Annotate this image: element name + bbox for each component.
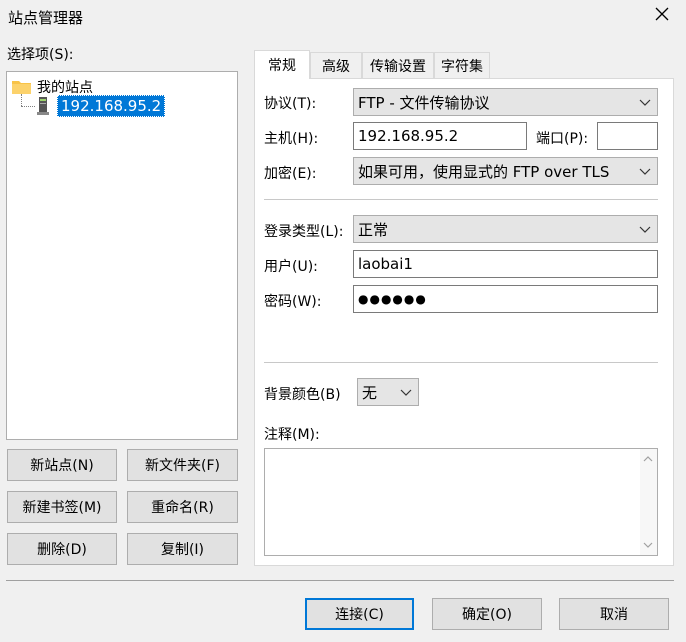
logon-type-label: 登录类型(L): xyxy=(264,224,344,240)
protocol-select[interactable]: FTP - 文件传输协议 xyxy=(353,88,658,116)
chevron-down-icon xyxy=(639,226,651,233)
close-icon[interactable] xyxy=(652,4,672,24)
chevron-up-icon[interactable] xyxy=(643,455,653,463)
comments-textarea[interactable] xyxy=(264,448,658,556)
chevron-down-icon xyxy=(639,99,651,106)
chevron-down-icon xyxy=(400,389,412,396)
logon-type-value: 正常 xyxy=(358,220,389,239)
encryption-value: 如果可用，使用显式的 FTP over TLS xyxy=(358,162,610,181)
delete-button[interactable]: 删除(D) xyxy=(7,533,117,565)
footer-divider xyxy=(6,580,674,581)
site-tree[interactable]: 我的站点 192.168.95.2 xyxy=(6,71,238,440)
encryption-select[interactable]: 如果可用，使用显式的 FTP over TLS xyxy=(353,157,658,185)
tab-transfer-settings[interactable]: 传输设置 xyxy=(362,52,434,78)
tree-connector xyxy=(21,106,35,107)
protocol-label: 协议(T): xyxy=(264,96,317,112)
tree-root-label: 我的站点 xyxy=(37,80,93,96)
host-label: 主机(H): xyxy=(264,131,319,147)
port-input[interactable] xyxy=(597,122,658,150)
chevron-down-icon[interactable] xyxy=(643,541,653,549)
tree-connector xyxy=(21,94,22,106)
rename-button[interactable]: 重命名(R) xyxy=(127,491,238,523)
tree-child-label: 192.168.95.2 xyxy=(57,95,166,117)
encryption-label: 加密(E): xyxy=(264,166,317,182)
selection-label: 选择项(S): xyxy=(7,47,74,63)
bg-color-label: 背景颜色(B) xyxy=(264,387,341,403)
user-label: 用户(U): xyxy=(264,259,318,275)
chevron-down-icon xyxy=(639,168,651,175)
logon-type-select[interactable]: 正常 xyxy=(353,215,658,243)
tab-charset[interactable]: 字符集 xyxy=(434,52,490,78)
tree-item-site[interactable]: 192.168.95.2 xyxy=(37,95,166,117)
scrollbar[interactable] xyxy=(640,449,657,555)
password-label: 密码(W): xyxy=(264,294,322,310)
connect-button[interactable]: 连接(C) xyxy=(305,598,414,630)
new-folder-button[interactable]: 新文件夹(F) xyxy=(127,449,238,481)
new-site-button[interactable]: 新站点(N) xyxy=(7,449,117,481)
protocol-value: FTP - 文件传输协议 xyxy=(358,93,490,112)
tab-advanced[interactable]: 高级 xyxy=(310,52,362,78)
user-input[interactable]: laobai1 xyxy=(353,250,658,278)
new-bookmark-button[interactable]: 新建书签(M) xyxy=(7,491,117,523)
tree-item-my-sites[interactable]: 我的站点 xyxy=(12,77,93,97)
copy-button[interactable]: 复制(I) xyxy=(127,533,238,565)
tab-general[interactable]: 常规 xyxy=(254,50,310,79)
section-divider xyxy=(264,199,658,200)
port-label: 端口(P): xyxy=(536,131,589,147)
window-title: 站点管理器 xyxy=(8,9,84,27)
comments-label: 注释(M): xyxy=(264,427,320,443)
cancel-button[interactable]: 取消 xyxy=(559,598,669,630)
password-input[interactable]: ●●●●●● xyxy=(353,285,658,313)
bg-color-select[interactable]: 无 xyxy=(357,378,419,406)
section-divider xyxy=(264,362,658,363)
ok-button[interactable]: 确定(O) xyxy=(432,598,542,630)
bg-color-value: 无 xyxy=(362,383,378,402)
host-input[interactable]: 192.168.95.2 xyxy=(353,122,527,150)
server-icon xyxy=(37,97,49,115)
folder-icon xyxy=(12,81,31,94)
